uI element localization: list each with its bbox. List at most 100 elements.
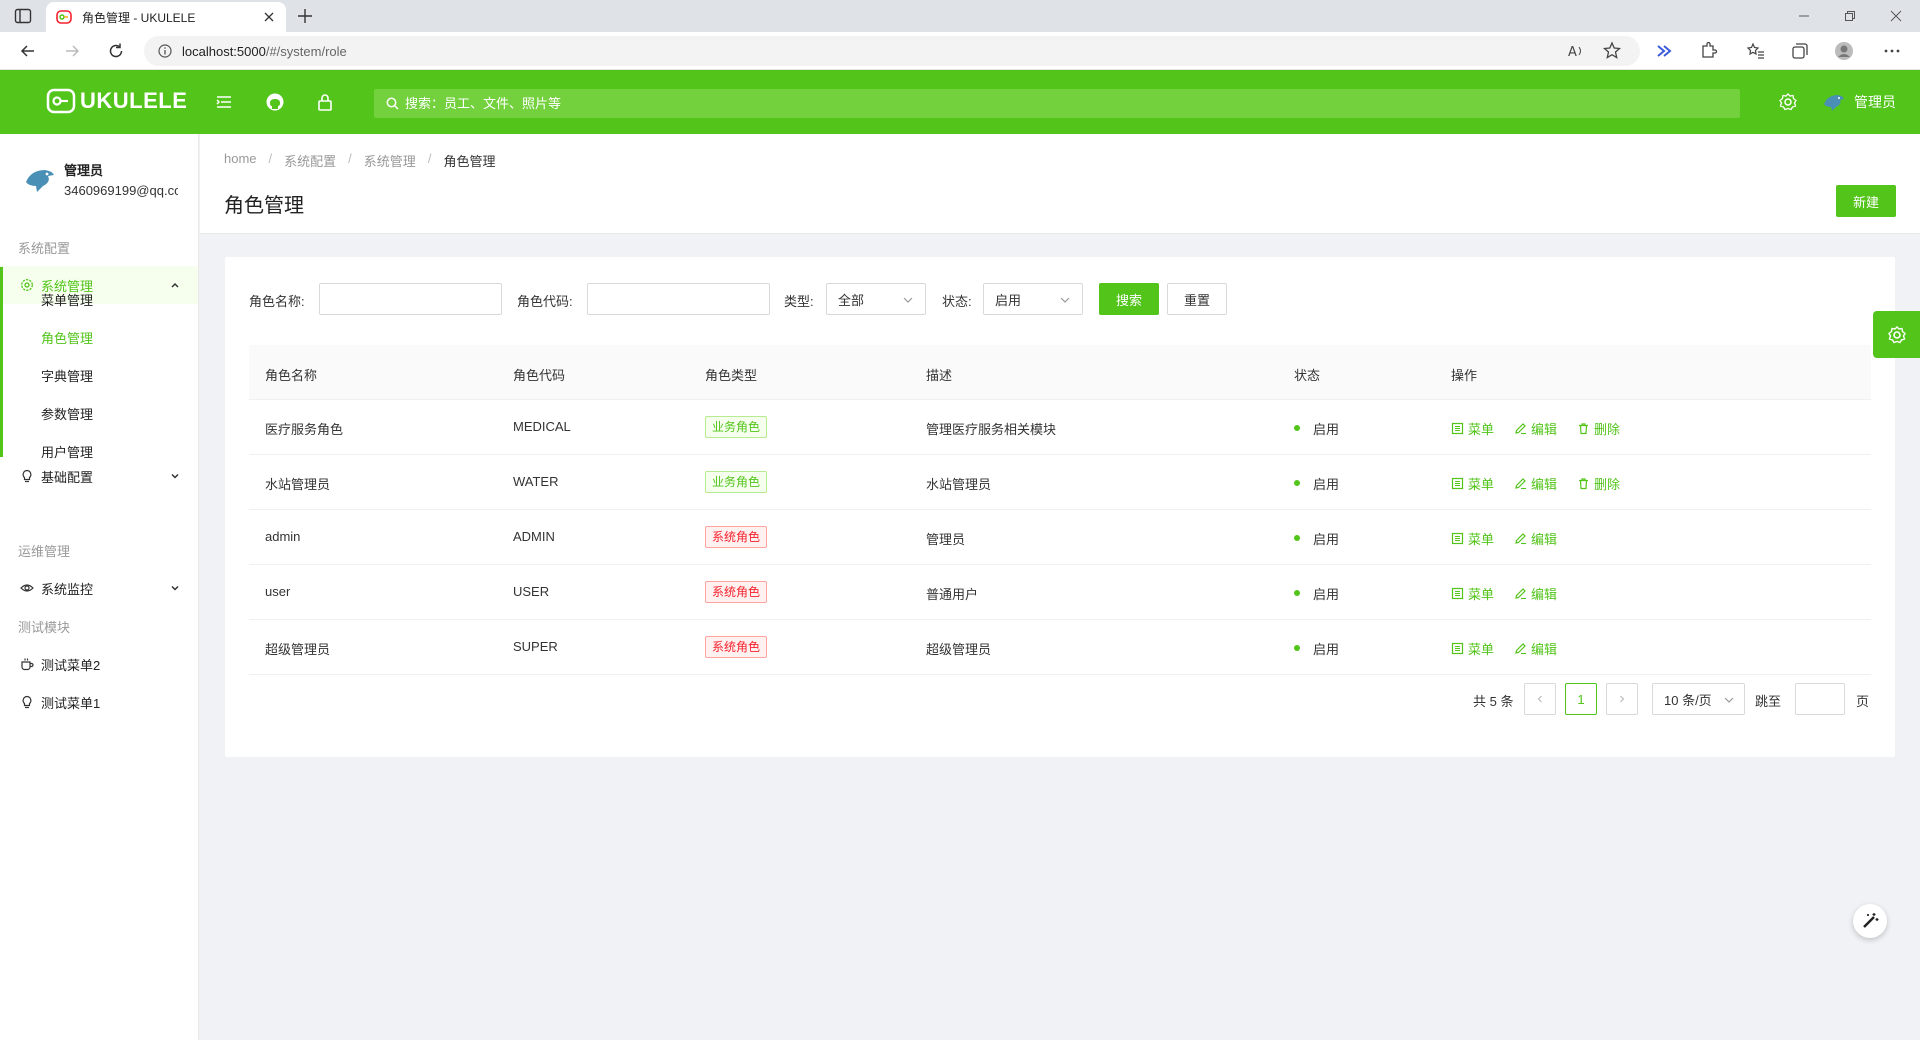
restore-icon[interactable] <box>1840 6 1860 26</box>
sidebar-item-monitor[interactable]: 系统监控 <box>0 569 198 607</box>
magic-wand-button[interactable] <box>1853 904 1887 938</box>
sidebar-item-test-menu1[interactable]: 测试菜单1 <box>0 683 198 721</box>
close-window-icon[interactable] <box>1886 6 1906 26</box>
jump-page-input[interactable] <box>1795 683 1845 715</box>
menu-action-button[interactable]: 菜单 <box>1451 474 1494 493</box>
favorite-star-icon[interactable] <box>1602 41 1622 61</box>
prev-page-button[interactable] <box>1524 683 1556 715</box>
url-field[interactable]: localhost:5000/#/system/role <box>144 36 1640 66</box>
menu-action-button[interactable]: 菜单 <box>1451 584 1494 603</box>
address-bar: localhost:5000/#/system/role A <box>0 32 1920 70</box>
minimize-icon[interactable] <box>1794 6 1814 26</box>
logo-icon <box>46 88 76 114</box>
edit-action-label: 编辑 <box>1531 422 1558 437</box>
description-cell: 管理医疗服务相关模块 <box>926 422 1057 437</box>
page-button-1[interactable]: 1 <box>1565 683 1597 715</box>
page-size-select[interactable]: 10 条/页 <box>1652 683 1745 715</box>
sidebar-item-test-menu2[interactable]: 测试菜单2 <box>0 645 198 683</box>
bulb-icon <box>22 469 32 483</box>
menu-icon[interactable] <box>214 92 234 112</box>
menu-action-button[interactable]: 菜单 <box>1451 419 1494 438</box>
chevron-down-icon <box>903 297 913 303</box>
tab-title: 角色管理 - UKULELE <box>82 10 196 25</box>
info-icon[interactable] <box>158 44 172 58</box>
role-code-cell: WATER <box>513 474 559 489</box>
description-cell: 普通用户 <box>926 587 979 602</box>
search-input[interactable] <box>405 96 1005 111</box>
theme-settings-button[interactable] <box>1873 311 1920 358</box>
pagination: 共 5 条 1 10 条/页 跳至 页 <box>225 683 1895 715</box>
sidebar-item-basic-config[interactable]: 基础配置 <box>0 457 198 495</box>
breadcrumb-current: 角色管理 <box>443 154 496 169</box>
refresh-icon[interactable] <box>106 41 126 61</box>
description-cell: 管理员 <box>926 532 966 547</box>
role-code-input[interactable] <box>587 283 770 315</box>
type-label: 类型: <box>784 294 814 309</box>
new-tab-icon[interactable] <box>296 7 314 25</box>
table-header: 角色名称 角色代码 角色类型 描述 状态 操作 <box>249 345 1871 400</box>
edit-action-button[interactable]: 编辑 <box>1514 419 1557 438</box>
edit-action-button[interactable]: 编辑 <box>1514 584 1557 603</box>
svg-text:A: A <box>1568 45 1577 60</box>
lock-icon[interactable] <box>315 92 335 112</box>
status-dot <box>1294 425 1300 431</box>
collections-icon[interactable] <box>1790 41 1810 61</box>
edit-action-button[interactable]: 编辑 <box>1514 639 1557 658</box>
menu-action-button[interactable]: 菜单 <box>1451 639 1494 658</box>
settings-icon[interactable] <box>1778 92 1798 112</box>
profile-icon[interactable] <box>1834 41 1854 61</box>
sidebar-item-menu-mgmt[interactable]: 菜单管理 <box>41 290 93 309</box>
url-path: /#/system/role <box>265 43 347 59</box>
column-header: 描述 <box>926 368 953 383</box>
edit-action-button[interactable]: 编辑 <box>1514 529 1557 548</box>
extension-blue-icon[interactable] <box>1654 41 1674 61</box>
role-type-tag: 系统角色 <box>705 581 768 603</box>
status-select[interactable]: 启用 <box>983 283 1083 315</box>
submenu-system-mgmt: 菜单管理 角色管理 字典管理 参数管理 用户管理 <box>0 267 198 460</box>
browser-tab[interactable]: 角色管理 - UKULELE <box>46 2 286 32</box>
menu-group-ops: 运维管理 <box>18 544 71 559</box>
close-tab-icon[interactable] <box>262 10 276 24</box>
breadcrumb-system-config[interactable]: 系统配置 <box>284 151 336 170</box>
read-aloud-icon[interactable]: A <box>1566 41 1586 61</box>
sidebar-item-param-mgmt[interactable]: 参数管理 <box>41 404 93 423</box>
menu-action-button[interactable]: 菜单 <box>1451 529 1494 548</box>
edit-action-button[interactable]: 编辑 <box>1514 474 1557 493</box>
role-type-tag: 业务角色 <box>705 471 768 493</box>
favorites-icon[interactable] <box>1746 41 1766 61</box>
tab-actions-icon[interactable] <box>14 8 32 24</box>
sidebar-item-role-mgmt[interactable]: 角色管理 <box>41 328 93 347</box>
back-icon[interactable] <box>18 41 38 61</box>
forward-icon[interactable] <box>62 41 82 61</box>
menu-action-label: 菜单 <box>1468 642 1495 657</box>
search-button[interactable]: 搜索 <box>1099 283 1159 315</box>
eye-icon <box>20 584 34 592</box>
breadcrumb-system-mgmt[interactable]: 系统管理 <box>364 151 416 170</box>
pagination-total: 共 5 条 <box>1473 694 1514 709</box>
role-list-card: 角色名称: 角色代码: 类型: 全部 状态: 启用 搜索 重置 角色名称 角色代… <box>225 257 1895 757</box>
delete-action-button[interactable]: 删除 <box>1577 419 1620 438</box>
header-user[interactable]: 管理员 <box>1822 90 1896 114</box>
role-name-input[interactable] <box>319 283 502 315</box>
breadcrumb-home[interactable]: home <box>224 151 257 170</box>
edit-action-label: 编辑 <box>1531 477 1558 492</box>
delete-action-button[interactable]: 删除 <box>1577 474 1620 493</box>
table-row: 医疗服务角色 MEDICAL 业务角色 管理医疗服务相关模块 启用 菜单 编辑 删除 <box>249 400 1871 455</box>
magic-wand-icon <box>1863 913 1879 928</box>
column-header: 操作 <box>1451 368 1478 383</box>
url-host: localhost:5000 <box>182 43 266 59</box>
github-icon[interactable] <box>265 92 285 112</box>
new-button[interactable]: 新建 <box>1836 185 1896 217</box>
logo[interactable]: UKULELE <box>46 88 187 114</box>
menu-action-label: 菜单 <box>1468 532 1495 547</box>
search-bar[interactable] <box>374 89 1740 118</box>
sidebar-item-dict-mgmt[interactable]: 字典管理 <box>41 366 93 385</box>
role-code-label: 角色代码: <box>517 294 573 309</box>
more-icon[interactable] <box>1882 41 1902 61</box>
extensions-icon[interactable] <box>1698 41 1718 61</box>
role-code-cell: SUPER <box>513 639 558 654</box>
type-select[interactable]: 全部 <box>826 283 926 315</box>
gear-icon <box>1887 325 1906 343</box>
reset-button[interactable]: 重置 <box>1167 283 1227 315</box>
next-page-button[interactable] <box>1606 683 1638 715</box>
